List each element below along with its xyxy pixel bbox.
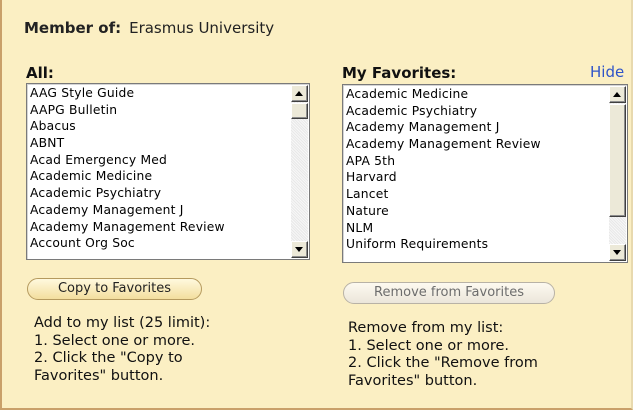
instruction-line: Remove from my list:	[348, 320, 504, 336]
remove-from-favorites-button[interactable]: Remove from Favorites	[343, 282, 555, 304]
member-of-value: Erasmus University	[129, 19, 275, 37]
member-of-label: Member of:	[24, 19, 122, 37]
list-option[interactable]: Academic Medicine	[30, 168, 289, 185]
favorites-listbox[interactable]: Academic Medicine Academic Psychiatry Acad…	[342, 84, 628, 263]
list-option[interactable]: Academy Management Review	[346, 136, 607, 153]
instruction-line: Favorites" button.	[348, 372, 478, 389]
list-option[interactable]: Academy Management J	[346, 119, 607, 136]
all-journals-options: AAG Style Guide AAPG Bulletin Abacus ABNT Ac…	[30, 85, 289, 252]
add-instructions: Add to my list (25 limit): 1. Select one…	[34, 315, 210, 385]
list-option[interactable]: Academic Psychiatry	[30, 185, 289, 202]
scroll-up-arrow-icon[interactable]	[609, 86, 626, 103]
member-of-line: Member of: Erasmus University	[24, 19, 274, 37]
list-option[interactable]: Account Org Soc	[30, 235, 289, 252]
list-option[interactable]: Acad Emergency Med	[30, 152, 289, 169]
favorites-options: Academic Medicine Academic Psychiatry Acad…	[346, 86, 607, 253]
list-option[interactable]: AAPG Bulletin	[30, 102, 289, 119]
list-option[interactable]: Uniform Requirements	[346, 236, 607, 253]
list-option[interactable]: AAG Style Guide	[30, 85, 289, 102]
all-list-scrollbar[interactable]	[291, 85, 308, 258]
scroll-down-arrow-icon[interactable]	[609, 244, 626, 261]
hide-link[interactable]: Hide	[590, 63, 624, 81]
instruction-line: 1. Select one or more.	[34, 332, 195, 349]
list-option[interactable]: Academic Medicine	[346, 86, 607, 103]
favorites-list-title: My Favorites:	[342, 64, 457, 82]
all-list-title: All:	[26, 64, 54, 82]
list-option[interactable]: APA 5th	[346, 153, 607, 170]
list-option[interactable]: NLM	[346, 220, 607, 237]
list-option[interactable]: Lancet	[346, 186, 607, 203]
list-option[interactable]: Academy Management Review	[30, 219, 289, 236]
instruction-line: Add to my list (25 limit):	[34, 315, 211, 331]
instruction-line: Favorites" button.	[34, 367, 164, 384]
list-option[interactable]: Abacus	[30, 118, 289, 135]
list-option[interactable]: Academic Psychiatry	[346, 103, 607, 120]
copy-to-favorites-button[interactable]: Copy to Favorites	[27, 278, 202, 300]
all-journals-listbox[interactable]: AAG Style Guide AAPG Bulletin Abacus ABNT Ac…	[26, 83, 310, 260]
list-option[interactable]: Academy Management J	[30, 202, 289, 219]
scroll-down-arrow-icon[interactable]	[291, 241, 308, 258]
favorites-panel: Member of: Erasmus University All: AAG St…	[0, 0, 633, 410]
instruction-line: 2. Click the "Remove from	[348, 355, 538, 371]
all-list-scroll-thumb[interactable]	[291, 103, 308, 119]
list-option[interactable]: Harvard	[346, 169, 607, 186]
remove-instructions: Remove from my list: 1. Select one or mo…	[348, 320, 538, 390]
favorites-list-scroll-thumb[interactable]	[609, 104, 626, 217]
instruction-line: 1. Select one or more.	[348, 337, 509, 354]
favorites-list-scrollbar[interactable]	[609, 86, 626, 261]
list-option[interactable]: ABNT	[30, 135, 289, 152]
scroll-up-arrow-icon[interactable]	[291, 85, 308, 102]
instruction-line: 2. Click the "Copy to	[34, 350, 183, 366]
list-option[interactable]: Nature	[346, 203, 607, 220]
